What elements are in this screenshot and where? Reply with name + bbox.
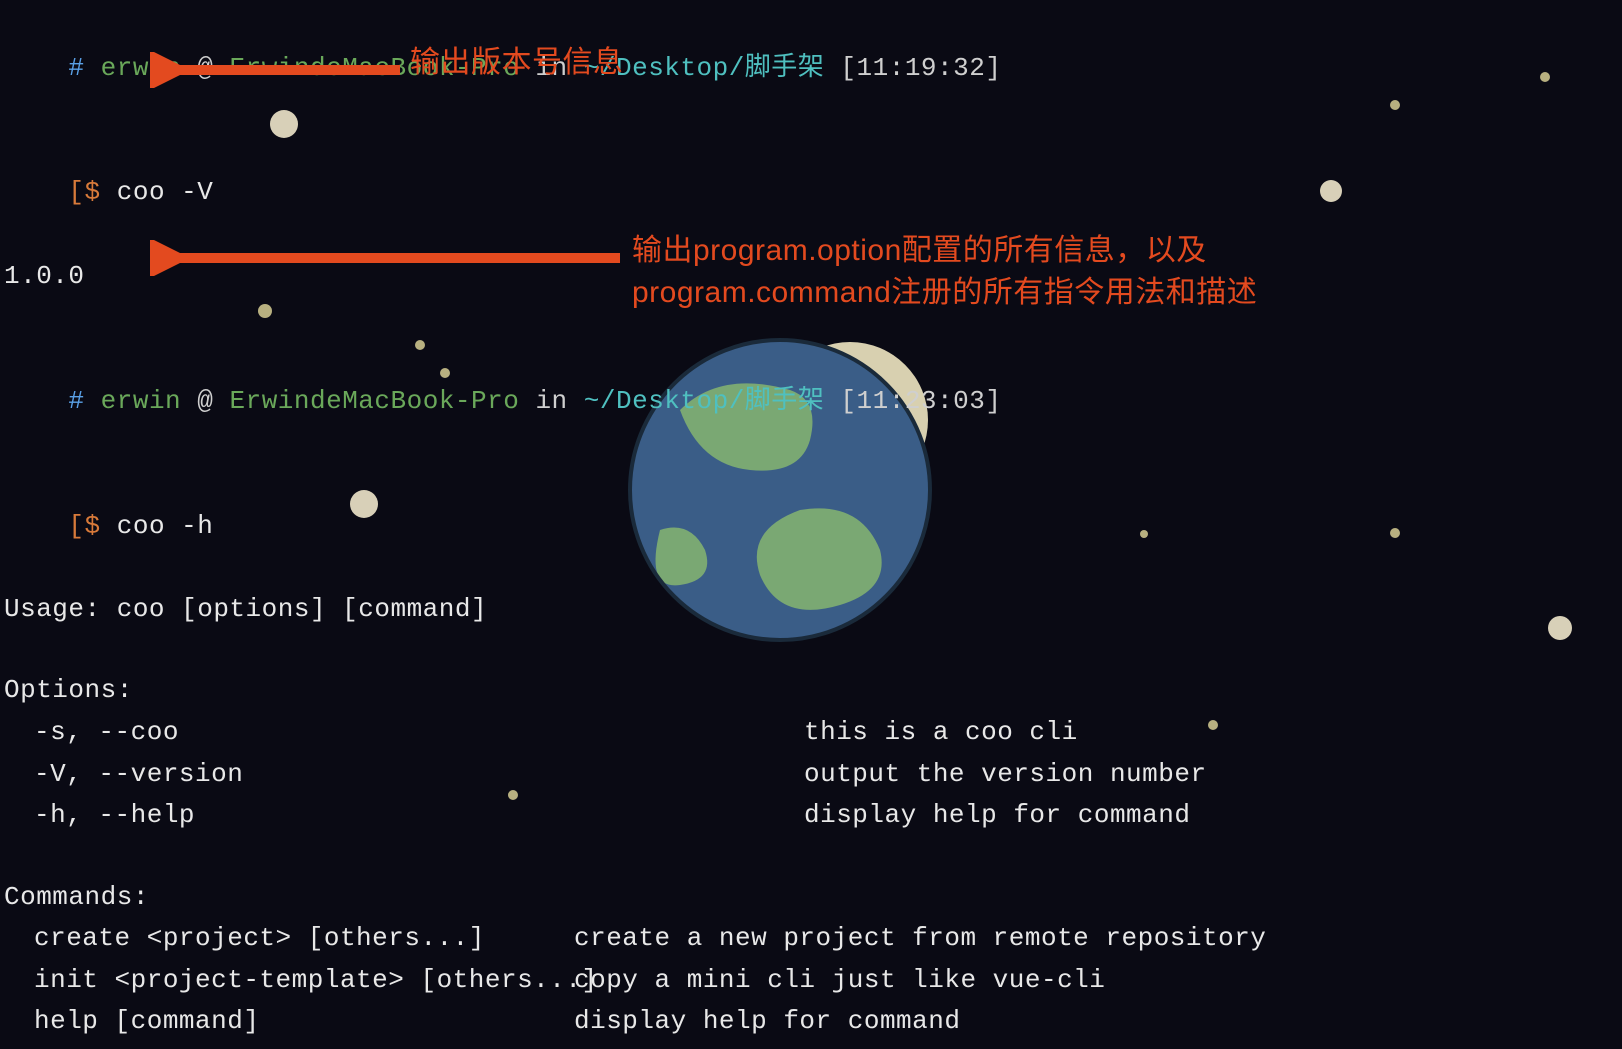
prompt-hash: #: [68, 53, 84, 83]
command-row: init <project-template> [others...] copy…: [4, 960, 1618, 1002]
prompt-user: erwin: [101, 386, 182, 416]
prompt-host: ErwindeMacBook-Pro: [229, 386, 519, 416]
prompt-hash: #: [68, 386, 84, 416]
annotation-help: 输出program.option配置的所有信息，以及program.comman…: [632, 230, 1392, 314]
command-text: coo -V: [117, 177, 214, 207]
command-desc: create a new project from remote reposit…: [574, 918, 1618, 960]
options-header: Options:: [4, 670, 1618, 712]
option-row: -h, --help display help for command: [4, 795, 1618, 837]
prompt-time: [11:23:03]: [840, 386, 1001, 416]
option-flags: -V, --version: [4, 754, 574, 796]
terminal-output: # erwin @ ErwindeMacBook-Pro in ~/Deskto…: [0, 0, 1622, 1049]
option-desc: this is a coo cli: [574, 712, 1618, 754]
prompt-time: [11:19:32]: [840, 53, 1001, 83]
commands-header: Commands:: [4, 877, 1618, 919]
command-desc: copy a mini cli just like vue-cli: [574, 960, 1618, 1002]
command-sig: help [command]: [4, 1001, 574, 1043]
prompt-dollar: [$: [68, 177, 100, 207]
command-text: coo -h: [117, 511, 214, 541]
command-row: help [command] display help for command: [4, 1001, 1618, 1043]
option-flags: -h, --help: [4, 795, 574, 837]
usage-line: Usage: coo [options] [command]: [4, 589, 1618, 631]
option-flags: -s, --coo: [4, 712, 574, 754]
option-desc: display help for command: [574, 795, 1618, 837]
command-line[interactable]: [$ coo -h: [4, 464, 1618, 589]
prompt-at: @: [197, 386, 213, 416]
option-row: -V, --version output the version number: [4, 754, 1618, 796]
command-desc: display help for command: [574, 1001, 1618, 1043]
prompt-dollar: [$: [68, 511, 100, 541]
arrow-annotation-icon: [150, 52, 410, 88]
prompt-in: in: [535, 386, 567, 416]
command-sig: create <project> [others...]: [4, 918, 574, 960]
option-desc: output the version number: [574, 754, 1618, 796]
option-row: -s, --coo this is a coo cli: [4, 712, 1618, 754]
command-sig: init <project-template> [others...]: [4, 960, 574, 1002]
prompt-line: # erwin @ ErwindeMacBook-Pro in ~/Deskto…: [4, 339, 1618, 464]
prompt-path: ~/Desktop/脚手架: [584, 386, 825, 416]
command-row: create <project> [others...] create a ne…: [4, 918, 1618, 960]
arrow-annotation-icon: [150, 240, 630, 276]
annotation-version: 输出版本号信息: [410, 42, 624, 84]
